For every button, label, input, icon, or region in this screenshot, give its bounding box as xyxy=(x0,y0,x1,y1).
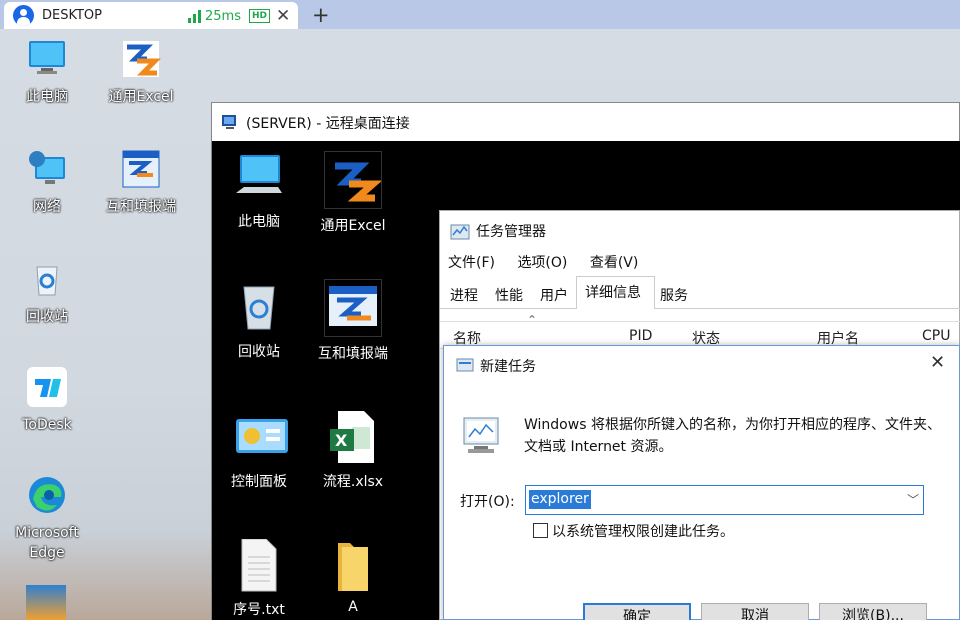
this-pc-icon xyxy=(234,151,284,201)
remote-icon-folder-a[interactable]: A xyxy=(306,539,400,615)
tab-performance[interactable]: 性能 xyxy=(495,285,523,305)
tab-services[interactable]: 服务 xyxy=(660,285,688,305)
remote-desktop-icon xyxy=(222,115,236,129)
admin-privilege-checkbox[interactable] xyxy=(533,523,548,538)
task-manager-title: 任务管理器 xyxy=(476,224,546,240)
this-pc-icon xyxy=(27,39,67,79)
folder-icon xyxy=(328,539,378,591)
admin-privilege-label: 以系统管理权限创建此任务。 xyxy=(552,524,734,540)
open-combobox[interactable]: explorer ﹀ xyxy=(525,485,924,515)
open-label: 打开(O): xyxy=(460,494,515,510)
remote-icon-report-app[interactable]: 互和填报端 xyxy=(306,279,400,363)
desktop-icon-report-app[interactable]: 互和填报端 xyxy=(95,149,187,217)
text-file-icon xyxy=(234,538,284,592)
task-manager-icon xyxy=(450,224,470,240)
network-icon xyxy=(27,149,67,189)
dialog-title-icon xyxy=(456,358,474,372)
partial-desktop-icon[interactable] xyxy=(26,585,66,620)
excel-app-icon xyxy=(324,151,383,209)
excel-app-icon xyxy=(121,39,162,79)
new-tab-button[interactable]: + xyxy=(312,3,330,27)
remote-icon-serial-txt[interactable]: 序号.txt xyxy=(212,538,306,619)
user-avatar-icon xyxy=(13,5,34,26)
report-app-icon xyxy=(324,279,382,337)
desktop-icon-todesk[interactable]: ToDesk xyxy=(1,367,93,435)
run-program-icon xyxy=(463,417,499,453)
task-manager-menu: 文件(F) 选项(O) 查看(V) xyxy=(448,252,656,272)
cancel-button[interactable]: 取消 xyxy=(701,603,809,620)
excel-file-icon: X xyxy=(328,411,378,463)
quality-badge[interactable]: HD xyxy=(249,9,271,23)
control-panel-icon xyxy=(234,411,288,461)
menu-options[interactable]: 选项(O) xyxy=(517,255,567,271)
close-icon[interactable]: ✕ xyxy=(930,352,945,373)
tab-details[interactable]: 详细信息 xyxy=(585,282,641,302)
desktop-icon-recycle-bin[interactable]: 回收站 xyxy=(1,259,93,327)
recycle-bin-icon xyxy=(27,259,67,299)
svg-text:X: X xyxy=(335,431,348,450)
new-task-dialog: 新建任务 ✕ Windows 将根据你所键入的名称，为你打开相应的程序、文件夹、… xyxy=(443,345,960,620)
remote-icon-process-xlsx[interactable]: X 流程.xlsx xyxy=(306,411,400,491)
menu-view[interactable]: 查看(V) xyxy=(590,255,639,271)
remote-icon-excel-app[interactable]: 通用Excel xyxy=(306,151,400,235)
remote-icon-this-pc[interactable]: 此电脑 xyxy=(212,151,306,231)
remote-window-title: (SERVER) - 远程桌面连接 xyxy=(246,116,410,132)
remote-icon-control-panel[interactable]: 控制面板 xyxy=(212,411,306,491)
signal-strength-icon xyxy=(188,10,202,23)
client-tab-bar: DESKTOP 25ms HD ✕ + xyxy=(0,0,960,29)
edge-icon xyxy=(27,475,67,515)
report-app-icon xyxy=(121,149,161,189)
dialog-title: 新建任务 xyxy=(480,359,536,375)
close-tab-icon[interactable]: ✕ xyxy=(276,6,290,26)
column-pid[interactable]: PID xyxy=(629,328,652,344)
desktop-icon-network[interactable]: 网络 xyxy=(1,149,93,217)
todesk-icon xyxy=(27,367,67,407)
session-tab[interactable]: DESKTOP 25ms HD ✕ xyxy=(4,2,298,29)
desktop-icon-this-pc[interactable]: 此电脑 xyxy=(1,39,93,107)
menu-file[interactable]: 文件(F) xyxy=(448,255,495,271)
tab-users[interactable]: 用户 xyxy=(540,285,568,305)
remote-window-titlebar[interactable]: (SERVER) - 远程桌面连接 xyxy=(212,103,959,141)
task-manager-tabs: 进程 性能 用户 详细信息 服务 xyxy=(440,276,960,309)
dialog-description: Windows 将根据你所键入的名称，为你打开相应的程序、文件夹、文档或 Int… xyxy=(524,417,941,455)
latency-readout: 25ms xyxy=(205,9,241,24)
desktop-icon-excel-app[interactable]: 通用Excel xyxy=(95,39,187,107)
browse-button[interactable]: 浏览(B)... xyxy=(819,603,927,620)
tab-processes[interactable]: 进程 xyxy=(450,285,478,305)
session-tab-title: DESKTOP xyxy=(42,8,103,23)
ok-button[interactable]: 确定 xyxy=(583,603,691,620)
recycle-bin-icon xyxy=(234,281,284,331)
remote-icon-recycle-bin[interactable]: 回收站 xyxy=(212,281,306,361)
chevron-down-icon[interactable]: ﹀ xyxy=(907,491,919,508)
open-input-value[interactable]: explorer xyxy=(529,490,591,509)
desktop-icon-edge[interactable]: Microsoft Edge xyxy=(1,475,93,563)
column-cpu[interactable]: CPU xyxy=(922,328,950,344)
